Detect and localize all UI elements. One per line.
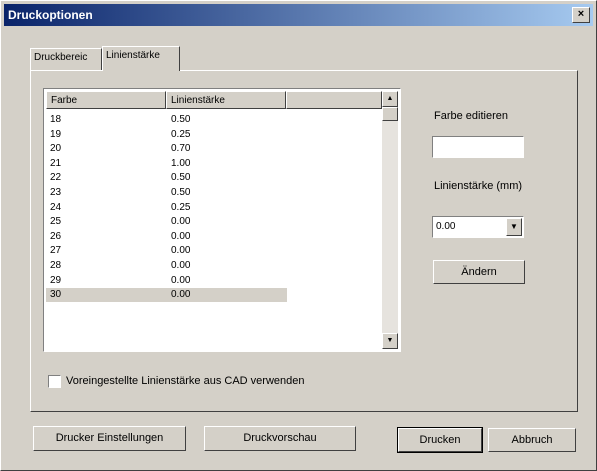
list-item[interactable]: 27 0.00: [46, 244, 287, 258]
farbe-cell: 25: [50, 216, 62, 228]
chevron-down-icon[interactable]: ▼: [506, 218, 522, 236]
farbe-cell: 30: [50, 289, 62, 301]
list-item[interactable]: 26 0.00: [46, 230, 287, 244]
abbruch-button[interactable]: Abbruch: [488, 428, 576, 452]
farbe-cell: 21: [50, 157, 62, 169]
linienstaerke-cell: 0.50: [171, 114, 191, 125]
cad-linienstaerke-checkbox[interactable]: [48, 375, 61, 388]
tab-label: Linienstärke: [106, 50, 160, 61]
list-item[interactable]: 18 0.50: [46, 113, 287, 127]
list-item[interactable]: 23 0.50: [46, 186, 287, 200]
farbe-cell: 18: [50, 114, 62, 125]
list-item[interactable]: 24 0.25: [46, 201, 287, 215]
scroll-down-arrow-icon[interactable]: ▼: [382, 333, 398, 349]
list-item[interactable]: 28 0.00: [46, 259, 287, 273]
linienstaerke-cell: 0.00: [171, 230, 191, 242]
linienstaerke-cell: 0.70: [171, 143, 191, 155]
linienstaerke-cell: 0.00: [171, 216, 191, 228]
farbe-cell: 20: [50, 143, 62, 155]
linienstaerke-cell: 0.00: [171, 274, 191, 286]
window-title: Druckoptionen: [8, 8, 93, 22]
close-button[interactable]: ×: [572, 7, 590, 23]
list-item[interactable]: 20 0.70: [46, 142, 287, 156]
linienstaerke-mm-label: Linienstärke (mm): [434, 180, 523, 192]
farbe-cell: 24: [50, 201, 62, 213]
farbe-input[interactable]: [432, 136, 524, 158]
linienstaerke-list[interactable]: Farbe Linienstärke 18 0.50 19 0.25 20 0.70 21 1…: [43, 88, 401, 352]
farbe-editieren-label: Farbe editieren: [434, 110, 508, 122]
drucker-einstellungen-button[interactable]: Drucker Einstellungen: [33, 426, 186, 451]
list-scrollbar[interactable]: ▲ ▼: [382, 91, 398, 349]
tab-label: Druckbereic: [34, 52, 88, 63]
linienstaerke-cell: 0.00: [171, 289, 191, 301]
linienstaerke-cell: 0.00: [171, 260, 191, 271]
linienstaerke-dropdown[interactable]: 0.00 ▼: [432, 216, 524, 238]
scroll-up-arrow-icon[interactable]: ▲: [382, 91, 398, 107]
list-item[interactable]: 30 0.00: [46, 288, 287, 303]
linienstaerke-value: 0.00: [436, 221, 456, 232]
farbe-cell: 26: [50, 230, 62, 242]
farbe-cell: 27: [50, 245, 62, 257]
column-header-empty: [286, 91, 382, 109]
linienstaerke-cell: 1.00: [171, 157, 191, 169]
linienstaerke-cell: 0.25: [171, 201, 191, 213]
aendern-button[interactable]: Ändern: [433, 260, 525, 284]
drucken-button[interactable]: Drucken: [397, 427, 483, 453]
linienstaerke-cell: 0.25: [171, 128, 191, 140]
list-item[interactable]: 21 1.00: [46, 157, 287, 171]
list-item[interactable]: 22 0.50: [46, 171, 287, 185]
list-item[interactable]: 25 0.00: [46, 215, 287, 229]
column-header-linienstaerke[interactable]: Linienstärke: [166, 91, 286, 109]
tab-linienstaerke[interactable]: Linienstärke: [102, 46, 180, 71]
farbe-cell: 29: [50, 274, 62, 286]
linienstaerke-cell: 0.50: [171, 172, 191, 184]
druckvorschau-button[interactable]: Druckvorschau: [204, 426, 356, 451]
linienstaerke-cell: 0.00: [171, 245, 191, 257]
title-bar[interactable]: Druckoptionen ×: [4, 4, 593, 26]
list-item[interactable]: 19 0.25: [46, 128, 287, 142]
farbe-cell: 28: [50, 260, 62, 271]
column-header-farbe[interactable]: Farbe: [46, 91, 166, 109]
farbe-cell: 23: [50, 187, 62, 198]
list-item[interactable]: 29 0.00: [46, 274, 287, 288]
linienstaerke-cell: 0.50: [171, 187, 191, 198]
cad-linienstaerke-label: Voreingestellte Linienstärke aus CAD ver…: [66, 375, 305, 387]
farbe-cell: 22: [50, 172, 62, 184]
farbe-cell: 19: [50, 128, 62, 140]
tab-druckbereich[interactable]: Druckbereic: [30, 48, 102, 70]
scroll-thumb[interactable]: [382, 107, 398, 121]
